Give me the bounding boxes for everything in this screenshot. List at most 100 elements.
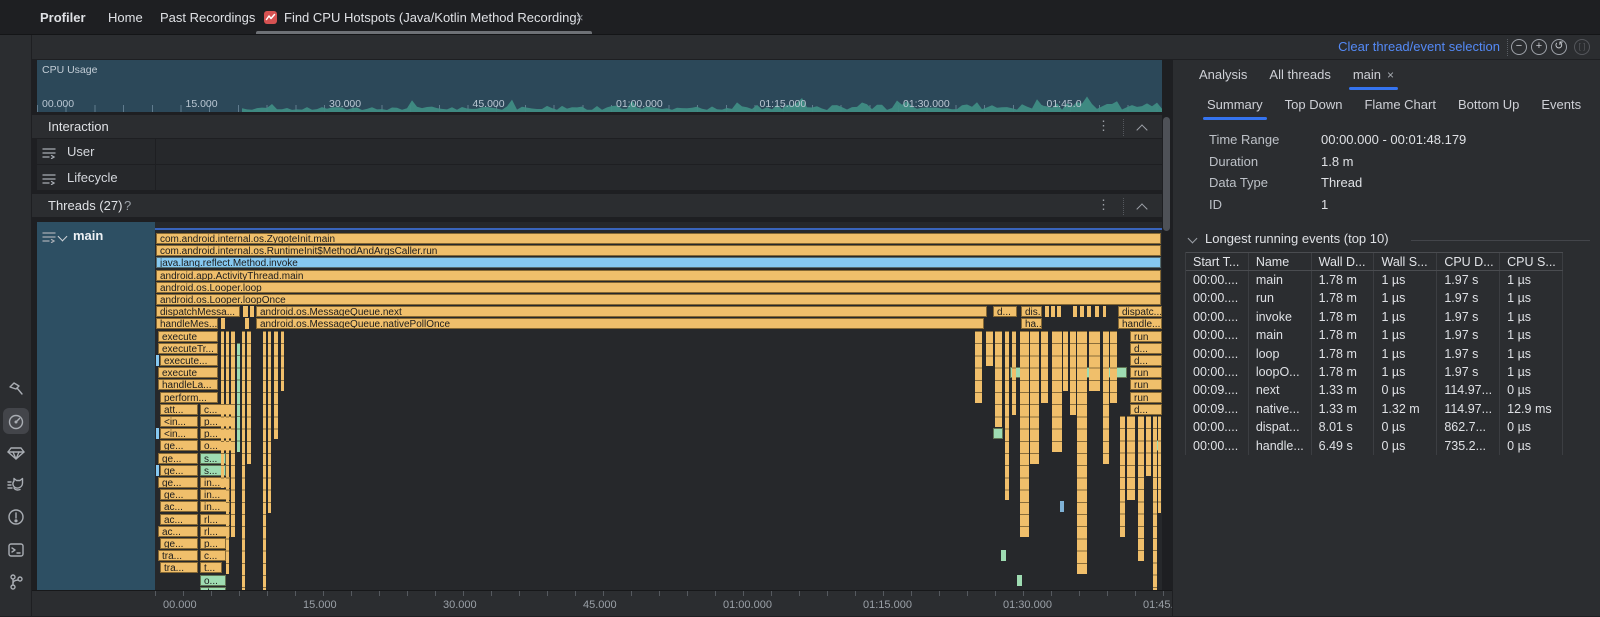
flame-block[interactable]: <in...: [160, 416, 198, 427]
clear-selection-link[interactable]: Clear thread/event selection: [1338, 39, 1500, 54]
kebab-menu-icon[interactable]: ⋮: [1097, 118, 1110, 134]
flame-block[interactable]: android.os.MessageQueue.next: [256, 306, 987, 317]
column-header[interactable]: Start T...: [1186, 253, 1249, 270]
vertical-scrollbar[interactable]: [1163, 117, 1170, 231]
flame-block[interactable]: ac...: [160, 514, 198, 525]
flame-block[interactable]: ac...: [158, 526, 198, 537]
flame-block[interactable]: [993, 428, 1003, 439]
flame-cluster-column[interactable]: [986, 331, 993, 367]
flame-block[interactable]: run: [1130, 392, 1162, 403]
interaction-section-header[interactable]: Interaction ⋮: [32, 114, 1162, 139]
flame-cluster-column[interactable]: [1012, 331, 1016, 415]
menu-profiler[interactable]: Profiler: [40, 0, 86, 35]
flame-block[interactable]: <in...: [160, 428, 198, 439]
flame-cluster-column[interactable]: [221, 331, 224, 489]
subtab-bottom-up[interactable]: Bottom Up: [1458, 90, 1519, 120]
tab-analysis[interactable]: Analysis: [1199, 60, 1247, 90]
flame-cluster-column[interactable]: [1070, 331, 1076, 415]
column-header[interactable]: Name: [1249, 253, 1312, 270]
column-header[interactable]: CPU S...: [1500, 253, 1563, 270]
flame-block[interactable]: run: [1130, 367, 1162, 378]
collapse-chevron-icon[interactable]: [1136, 203, 1147, 214]
chevron-down-icon[interactable]: [1188, 234, 1198, 244]
app-insights-gem-icon[interactable]: [6, 443, 26, 463]
flame-block[interactable]: ge...: [160, 489, 198, 500]
track-user[interactable]: User: [37, 139, 1162, 165]
reset-zoom-icon[interactable]: ↺: [1551, 39, 1567, 55]
flame-cluster-column[interactable]: [231, 331, 235, 537]
flame-cluster-column[interactable]: [1089, 331, 1100, 391]
menu-past-recordings[interactable]: Past Recordings: [160, 0, 255, 35]
build-hammer-icon[interactable]: [6, 380, 26, 400]
column-header[interactable]: Wall S...: [1374, 253, 1437, 270]
flame-block[interactable]: [250, 306, 254, 317]
flame-block[interactable]: [221, 318, 225, 329]
event-row[interactable]: 00:00....handle...6.49 s0 µs735.2...0 µs: [1186, 437, 1563, 455]
menu-home[interactable]: Home: [108, 0, 143, 35]
flame-cluster-column[interactable]: [237, 343, 240, 452]
tab-main-close-icon[interactable]: ×: [1387, 68, 1394, 82]
flame-cluster-column[interactable]: [995, 331, 1002, 428]
flame-block[interactable]: [1087, 306, 1091, 317]
track-lifecycle[interactable]: Lifecycle: [37, 165, 1162, 191]
flame-block[interactable]: ge...: [158, 477, 198, 488]
flame-cluster-column[interactable]: [1127, 416, 1135, 500]
flame-block[interactable]: run: [1130, 331, 1162, 342]
flame-cluster-column[interactable]: [1120, 416, 1125, 537]
flame-block[interactable]: run: [1130, 379, 1162, 390]
subtab-summary[interactable]: Summary: [1207, 90, 1263, 120]
version-control-branch-icon[interactable]: [6, 572, 26, 592]
tab-main[interactable]: main×: [1353, 60, 1394, 90]
flame-block[interactable]: executeTr...: [158, 343, 218, 354]
flame-block[interactable]: com.android.internal.os.ZygoteInit.main: [156, 233, 1161, 244]
zoom-out-icon[interactable]: −: [1511, 39, 1527, 55]
flame-block[interactable]: [1051, 306, 1055, 317]
flame-block[interactable]: [243, 306, 248, 317]
flame-block[interactable]: handle...: [1118, 318, 1162, 329]
flame-cluster-column[interactable]: [1005, 331, 1009, 501]
event-row[interactable]: 00:00....loopO...1.78 m1 µs1.97 s1 µs: [1186, 363, 1563, 381]
flame-block[interactable]: android.os.Looper.loop: [156, 282, 1161, 293]
flame-cluster-column[interactable]: [1020, 331, 1029, 537]
flame-block[interactable]: o...: [200, 575, 226, 586]
flame-cluster-column[interactable]: [1146, 416, 1151, 476]
flame-cluster-column[interactable]: [1103, 331, 1109, 464]
flame-cluster-column[interactable]: [242, 331, 245, 590]
flame-block[interactable]: [156, 428, 159, 439]
subtab-events[interactable]: Events: [1541, 90, 1581, 120]
flame-block[interactable]: ge...: [158, 453, 198, 464]
flame-cluster-column[interactable]: [281, 331, 284, 391]
flame-block[interactable]: [1095, 306, 1099, 317]
flame-block[interactable]: d...: [1130, 404, 1162, 415]
flame-cluster-column[interactable]: [247, 331, 251, 464]
threads-help-icon[interactable]: ?: [124, 198, 131, 213]
threads-section-header[interactable]: Threads (27) ? ⋮: [32, 193, 1162, 218]
subtab-top-down[interactable]: Top Down: [1285, 90, 1343, 120]
event-row[interactable]: 00:09....native...1.33 m1.32 m114.97...1…: [1186, 400, 1563, 418]
flame-block[interactable]: dispatc...: [1118, 306, 1162, 317]
flame-block[interactable]: android.app.ActivityThread.main: [156, 270, 1161, 281]
thread-main-label-cell[interactable]: main: [37, 222, 155, 590]
flame-block[interactable]: t...: [200, 562, 222, 573]
flame-block[interactable]: execute: [158, 331, 218, 342]
flame-block[interactable]: tra...: [160, 562, 198, 573]
flame-block[interactable]: [245, 318, 249, 329]
flame-block[interactable]: [1001, 550, 1006, 561]
flame-block[interactable]: [1073, 306, 1077, 317]
event-row[interactable]: 00:00....main1.78 m1 µs1.97 s1 µs: [1186, 271, 1563, 289]
flame-cluster-column[interactable]: [274, 331, 278, 440]
flame-cluster-column[interactable]: [1041, 331, 1048, 403]
flame-block[interactable]: c...: [200, 550, 226, 561]
flame-cluster-column[interactable]: [268, 331, 271, 513]
flame-block[interactable]: [156, 355, 159, 366]
flame-block[interactable]: java.lang.reflect.Method.invoke: [156, 257, 1161, 268]
flame-block[interactable]: handleMes...: [156, 318, 218, 329]
bottom-timeline[interactable]: 00.00015.00030.00045.00001:00.00001:15.0…: [155, 591, 1170, 617]
flame-cluster-column[interactable]: [263, 331, 266, 590]
column-header[interactable]: CPU D...: [1437, 253, 1500, 270]
flame-cluster-column[interactable]: [1138, 416, 1144, 561]
flame-block[interactable]: d...: [1130, 355, 1162, 366]
problems-alert-icon[interactable]: [6, 507, 26, 527]
flame-block[interactable]: android.os.MessageQueue.nativePollOnce: [256, 318, 984, 329]
event-row[interactable]: 00:00....dispat...8.01 s0 µs862.7...0 µs: [1186, 418, 1563, 436]
